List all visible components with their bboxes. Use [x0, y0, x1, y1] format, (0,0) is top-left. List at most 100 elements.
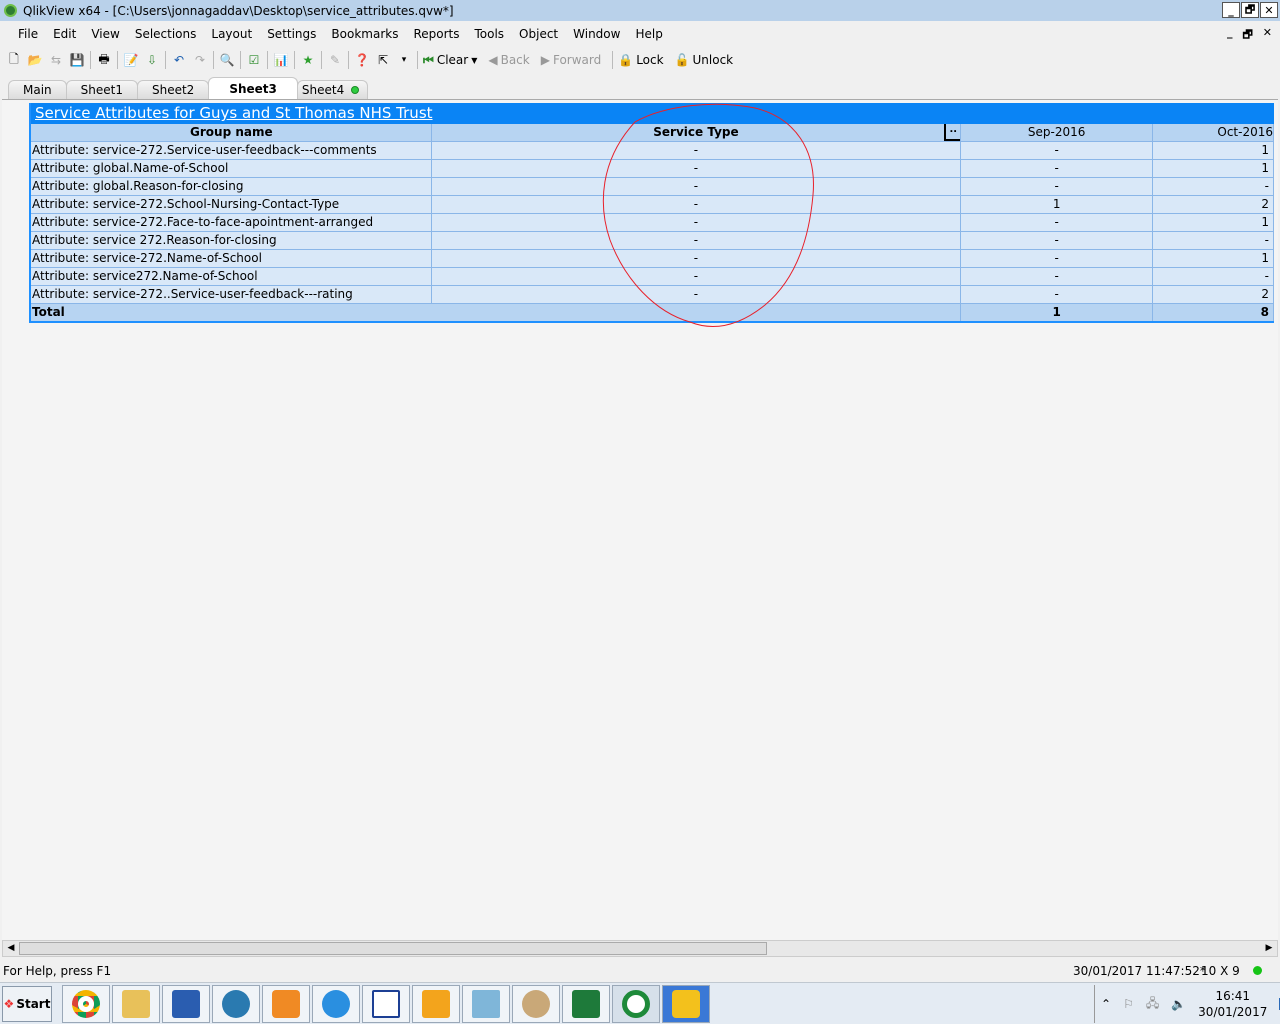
excel-taskbar-icon[interactable] [562, 985, 610, 1023]
outlook-taskbar-icon[interactable] [412, 985, 460, 1023]
cell-sep-2016[interactable]: - [961, 250, 1154, 267]
cell-group-name[interactable]: Attribute: global.Reason-for-closing [31, 178, 432, 195]
cell-oct-2016[interactable]: - [1153, 268, 1274, 285]
menu-edit[interactable]: Edit [53, 27, 76, 41]
document-viewer-taskbar-icon[interactable] [362, 985, 410, 1023]
cell-oct-2016[interactable]: - [1153, 178, 1274, 195]
cell-oct-2016[interactable]: - [1153, 232, 1274, 249]
paint-taskbar-icon[interactable] [512, 985, 560, 1023]
cell-group-name[interactable]: Attribute: service-272.Service-user-feed… [31, 142, 432, 159]
new-chart-icon[interactable]: 📊 [273, 52, 289, 68]
network-icon[interactable]: 🖧 [1146, 994, 1159, 1015]
scroll-right-icon[interactable]: ▶ [1262, 942, 1276, 955]
edit-script-icon[interactable]: 📝 [123, 52, 139, 68]
cell-oct-2016[interactable]: 1 [1153, 160, 1274, 177]
cell-oct-2016[interactable]: 1 [1153, 250, 1274, 267]
new-document-icon[interactable]: 🗋 [6, 52, 22, 68]
menu-view[interactable]: View [91, 27, 119, 41]
menu-tools[interactable]: Tools [474, 27, 504, 41]
restore-button[interactable]: 🗗 [1241, 2, 1259, 18]
header-sep-2016[interactable]: Sep-2016 [961, 124, 1154, 141]
tab-sheet4[interactable]: Sheet4 [296, 80, 369, 99]
scrollbar-thumb[interactable] [19, 942, 767, 955]
mdi-restore-button[interactable]: 🗗 [1242, 26, 1252, 45]
remote-desktop-taskbar-icon[interactable] [162, 985, 210, 1023]
menu-selections[interactable]: Selections [135, 27, 197, 41]
search-icon[interactable]: 🔍 [219, 52, 235, 68]
action-center-flag-icon[interactable]: ⚐ [1123, 997, 1134, 1011]
cell-group-name[interactable]: Attribute: service-272.Name-of-School [31, 250, 432, 267]
cell-sep-2016[interactable]: - [961, 160, 1154, 177]
back-button[interactable]: ◀ Back [488, 53, 529, 67]
sort-handle-icon[interactable]: .. [944, 124, 961, 141]
lock-button[interactable]: 🔒 Lock [618, 53, 663, 67]
help-icon[interactable]: ❓ [354, 52, 370, 68]
cell-oct-2016[interactable]: 2 [1153, 196, 1274, 213]
menu-settings[interactable]: Settings [267, 27, 316, 41]
minimize-button[interactable]: _ [1222, 2, 1240, 18]
current-selections-icon[interactable]: ☑ [246, 52, 262, 68]
horizontal-scrollbar[interactable]: ◀ ▶ [2, 940, 1278, 957]
menu-object[interactable]: Object [519, 27, 558, 41]
tab-sheet3[interactable]: Sheet3 [208, 77, 298, 99]
cell-oct-2016[interactable]: 1 [1153, 142, 1274, 159]
cell-group-name[interactable]: Attribute: service 272.Reason-for-closin… [31, 232, 432, 249]
menu-reports[interactable]: Reports [413, 27, 459, 41]
menu-help[interactable]: Help [635, 27, 662, 41]
save-icon[interactable]: 💾 [69, 52, 85, 68]
scroll-left-icon[interactable]: ◀ [4, 942, 18, 955]
redo-icon[interactable]: ↷ [192, 52, 208, 68]
print-icon[interactable]: 🖶 [96, 52, 112, 68]
volume-icon[interactable]: 🔈 [1171, 997, 1186, 1011]
cell-group-name[interactable]: Attribute: service-272.Face-to-face-apoi… [31, 214, 432, 231]
tab-sheet1[interactable]: Sheet1 [65, 80, 138, 99]
start-button[interactable]: ❖ Start [2, 986, 52, 1022]
cell-oct-2016[interactable]: 1 [1153, 214, 1274, 231]
notepad-taskbar-icon[interactable] [462, 985, 510, 1023]
system-tray: ⌃ ⚐ 🖧 🔈 16:41 30/01/2017 [1094, 985, 1280, 1023]
menu-file[interactable]: File [18, 27, 38, 41]
file-explorer-taskbar-icon[interactable] [112, 985, 160, 1023]
menu-layout[interactable]: Layout [211, 27, 252, 41]
tab-sheet2[interactable]: Sheet2 [136, 80, 210, 99]
cell-sep-2016[interactable]: - [961, 178, 1154, 195]
cell-group-name[interactable]: Attribute: service-272.School-Nursing-Co… [31, 196, 432, 213]
mdi-close-button[interactable]: ✕ [1263, 26, 1272, 45]
header-oct-2016[interactable]: Oct-2016 [1153, 124, 1274, 141]
open-folder-icon[interactable]: 📂 [27, 52, 43, 68]
cell-group-name[interactable]: Attribute: service272.Name-of-School [31, 268, 432, 285]
header-group-name[interactable]: Group name [31, 124, 432, 141]
network-app-taskbar-icon[interactable] [212, 985, 260, 1023]
internet-explorer-taskbar-icon[interactable] [312, 985, 360, 1023]
mdi-minimize-button[interactable]: _ [1227, 26, 1233, 45]
unlock-button[interactable]: 🔓 Unlock [675, 53, 734, 67]
close-button[interactable]: ✕ [1260, 2, 1278, 18]
tab-main[interactable]: Main [8, 80, 67, 99]
cell-sep-2016[interactable]: - [961, 214, 1154, 231]
cell-oct-2016[interactable]: 2 [1153, 286, 1274, 303]
forward-button[interactable]: ▶ Forward [541, 53, 602, 67]
cell-group-name[interactable]: Attribute: global.Name-of-School [31, 160, 432, 177]
bookmark-star-icon[interactable]: ★ [300, 52, 316, 68]
context-help-icon[interactable]: ⇱ [375, 52, 391, 68]
cell-sep-2016[interactable]: - [961, 142, 1154, 159]
edit-module-icon[interactable]: ✎ [327, 52, 343, 68]
media-player-taskbar-icon[interactable] [262, 985, 310, 1023]
chrome-taskbar-icon[interactable] [62, 985, 110, 1023]
cell-sep-2016[interactable]: - [961, 286, 1154, 303]
clear-button[interactable]: ⏮ Clear ▼ [423, 53, 477, 68]
cell-sep-2016[interactable]: - [961, 232, 1154, 249]
menu-window[interactable]: Window [573, 27, 620, 41]
show-hidden-icons-icon[interactable]: ⌃ [1101, 997, 1111, 1011]
undo-icon[interactable]: ↶ [171, 52, 187, 68]
qlikview-taskbar-icon[interactable] [612, 985, 660, 1023]
cell-sep-2016[interactable]: - [961, 268, 1154, 285]
windows-app-taskbar-icon[interactable] [662, 985, 710, 1023]
menu-bookmarks[interactable]: Bookmarks [331, 27, 398, 41]
toolbar-overflow-icon[interactable]: ▾ [396, 52, 412, 68]
clock[interactable]: 16:41 30/01/2017 [1198, 988, 1267, 1020]
reload-data-icon[interactable]: ⇩ [144, 52, 160, 68]
cell-sep-2016[interactable]: 1 [961, 196, 1154, 213]
cell-group-name[interactable]: Attribute: service-272..Service-user-fee… [31, 286, 432, 303]
reload-icon[interactable]: ⇆ [48, 52, 64, 68]
